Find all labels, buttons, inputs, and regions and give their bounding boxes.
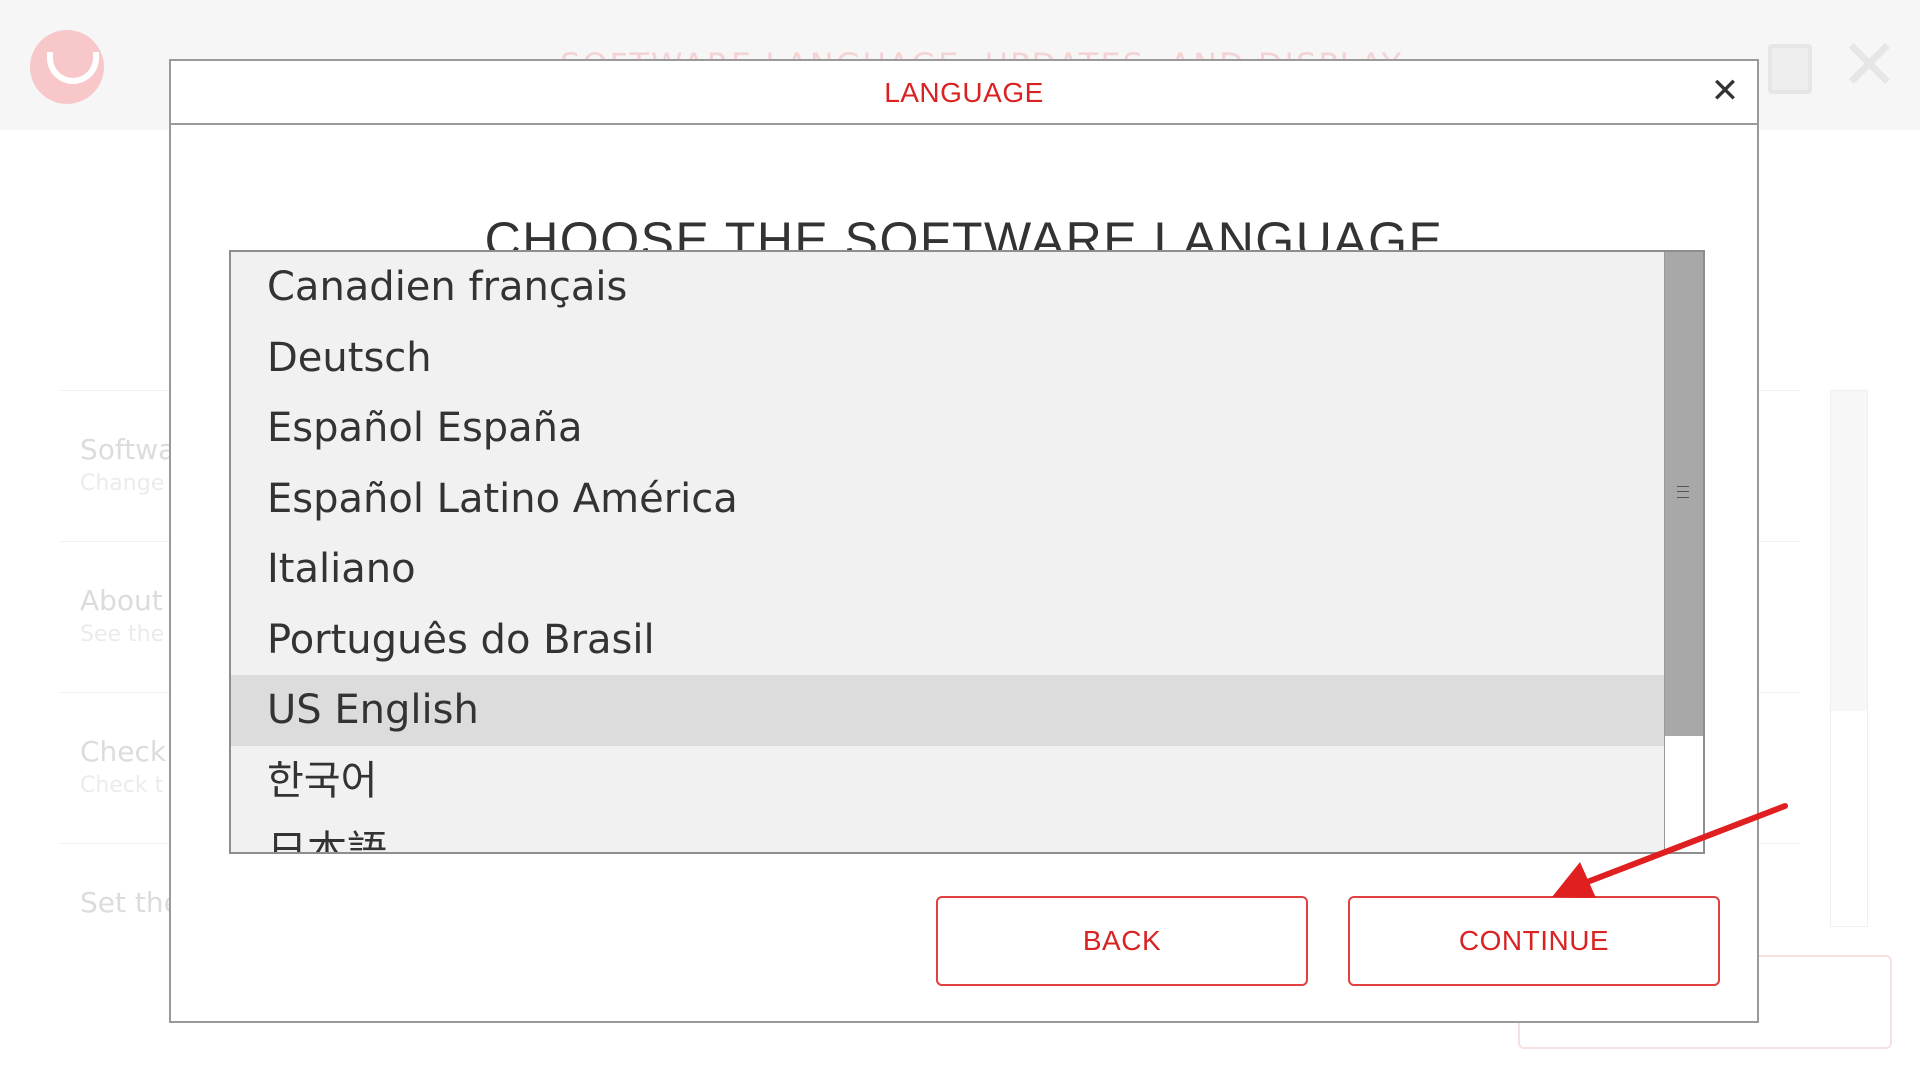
grip-icon <box>1677 486 1689 498</box>
language-option-canadien-francais[interactable]: Canadien français <box>231 252 1703 323</box>
app-close-icon: ✕ <box>1840 24 1899 106</box>
app-scrollbar <box>1830 390 1868 927</box>
setting-desc: See the <box>80 622 165 647</box>
app-logo <box>30 30 104 104</box>
back-button[interactable]: BACK <box>936 896 1308 986</box>
language-option-us-english[interactable]: US English <box>231 675 1703 746</box>
language-option-deutsch[interactable]: Deutsch <box>231 323 1703 394</box>
setting-title: About <box>80 584 163 617</box>
setting-title: Set the <box>80 886 181 919</box>
app-scroll-thumb <box>1831 391 1867 711</box>
language-option-italiano[interactable]: Italiano <box>231 534 1703 605</box>
setting-desc: Change <box>80 471 165 496</box>
setting-desc: Check t <box>80 773 164 798</box>
dialog-title: LANGUAGE <box>884 77 1044 108</box>
language-option-portugues-do-brasil[interactable]: Português do Brasil <box>231 605 1703 676</box>
copy-icon <box>1768 44 1812 94</box>
setting-title: Check <box>80 735 167 768</box>
language-list[interactable]: Canadien français Deutsch Español España… <box>229 250 1705 854</box>
dialog-header: LANGUAGE ✕ <box>171 61 1757 125</box>
continue-button[interactable]: CONTINUE <box>1348 896 1720 986</box>
language-dialog: LANGUAGE ✕ CHOOSE THE SOFTWARE LANGUAGE … <box>169 59 1759 1023</box>
language-list-scrollbar[interactable] <box>1664 252 1703 852</box>
scrollbar-thumb[interactable] <box>1665 252 1703 736</box>
language-option-korean[interactable]: 한국어 <box>231 746 1703 817</box>
language-option-espanol-latino-america[interactable]: Español Latino América <box>231 464 1703 535</box>
language-option-japanese[interactable]: 日本語 <box>231 816 1703 852</box>
close-icon[interactable]: ✕ <box>1703 69 1747 113</box>
language-option-espanol-espana[interactable]: Español España <box>231 393 1703 464</box>
setting-title: Softwa <box>80 433 176 466</box>
